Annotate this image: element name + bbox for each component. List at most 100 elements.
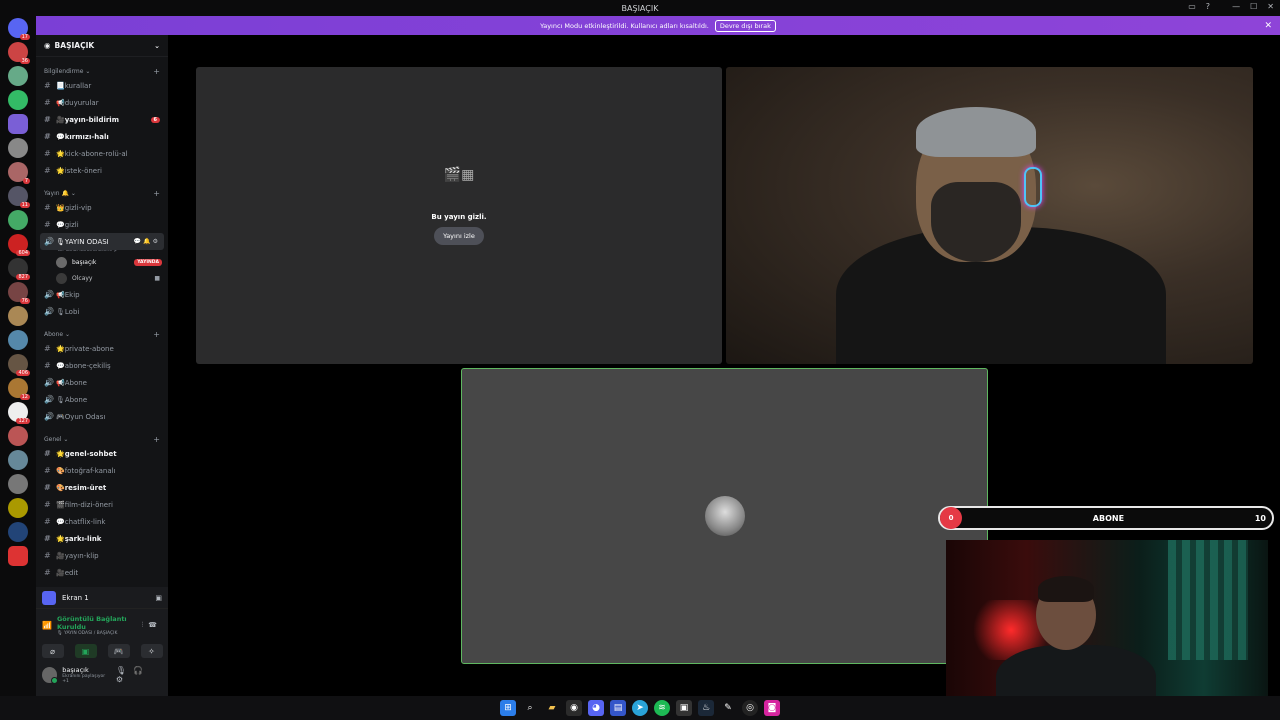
- server-icon[interactable]: 7: [8, 162, 30, 184]
- category-abone[interactable]: Abone ⌄ +: [36, 328, 168, 340]
- current-user: başıaçık Ekranını paylaşıyor +1 🎙🎧⚙: [36, 661, 168, 689]
- connection-subtitle[interactable]: 🎙 YAYIN ODASI / BAŞIAÇIK: [57, 631, 137, 636]
- server-icon[interactable]: 604: [8, 234, 30, 256]
- channel-edit[interactable]: # 🎥edit: [36, 564, 168, 581]
- voice-user[interactable]: başıaçık YAYINDA: [36, 254, 168, 270]
- server-icon[interactable]: 827: [8, 258, 30, 280]
- channel-resim-uret[interactable]: # 🎨resim-üret: [36, 479, 168, 496]
- chrome-icon[interactable]: ◉: [566, 700, 582, 716]
- chevron-down-icon: ⌄: [154, 41, 160, 50]
- user-controls[interactable]: 🎙🎧⚙: [116, 666, 162, 684]
- close-banner-icon[interactable]: ✕: [1264, 21, 1272, 31]
- voice-user[interactable]: Olcayy ■: [36, 270, 168, 286]
- server-icon[interactable]: [8, 114, 28, 134]
- soundboard-icon[interactable]: ✧: [140, 644, 163, 658]
- channel-yayin-bildirim[interactable]: # 🎥yayın-bildirim 6: [36, 111, 168, 128]
- add-channel-icon[interactable]: +: [153, 189, 160, 198]
- camera-tile[interactable]: [726, 67, 1253, 364]
- inbox-icon[interactable]: ▭: [1188, 2, 1196, 11]
- screen-share-icon[interactable]: ▣: [74, 644, 97, 658]
- channel-film-dizi-oneri[interactable]: # 🎬film-dizi-öneri: [36, 496, 168, 513]
- signal-icon: 📶: [42, 620, 52, 630]
- minimize-icon[interactable]: —: [1232, 2, 1240, 11]
- channel-kurallar[interactable]: # 📃kurallar: [36, 77, 168, 94]
- camera-off-icon[interactable]: ⌀: [41, 644, 64, 658]
- category-yayin[interactable]: Yayın 🔔 ⌄ +: [36, 187, 168, 199]
- close-window-icon[interactable]: ✕: [1267, 2, 1274, 11]
- server-icon[interactable]: [8, 330, 28, 350]
- channel-actions[interactable]: 💬🔔⚙: [134, 238, 160, 245]
- voice-channel-oyun-odasi[interactable]: 🔊 🎮Oyun Odası: [36, 408, 168, 425]
- app-icon[interactable]: ▣: [676, 700, 692, 716]
- server-icon[interactable]: [8, 474, 28, 494]
- server-icon[interactable]: [8, 138, 28, 158]
- activity-icon[interactable]: 🎮: [107, 644, 130, 658]
- speaker-icon: 🔊: [44, 378, 54, 387]
- server-icon[interactable]: 36: [8, 42, 30, 64]
- spotify-icon[interactable]: ≋: [654, 700, 670, 716]
- screen-share-preview[interactable]: Ekran 1 ▣: [36, 587, 168, 609]
- channel-kirmizi-hali[interactable]: # 💬kırmızı-halı: [36, 128, 168, 145]
- home-icon[interactable]: 17: [8, 18, 30, 40]
- app-icon[interactable]: ▤: [610, 700, 626, 716]
- voice-channel-abone[interactable]: 🔊 🎙Abone: [36, 391, 168, 408]
- category-genel[interactable]: Genel ⌄ +: [36, 433, 168, 445]
- server-icon[interactable]: [8, 546, 28, 566]
- popout-icon[interactable]: ▣: [155, 594, 162, 602]
- channel-duyurular[interactable]: # 📢duyurular: [36, 94, 168, 111]
- instagram-icon[interactable]: ◙: [764, 700, 780, 716]
- channel-yayin-klip[interactable]: # 🎥yayın-klip: [36, 547, 168, 564]
- server-icon[interactable]: [8, 522, 28, 542]
- search-icon[interactable]: ⌕: [522, 700, 538, 716]
- server-icon[interactable]: 406: [8, 354, 30, 376]
- channel-gizli-vip[interactable]: # 👑gizli-vip: [36, 199, 168, 216]
- disable-streamer-mode-button[interactable]: Devre dışı bırak: [714, 19, 776, 32]
- voice-channel-ekip[interactable]: 🔊 📢Ekip: [36, 286, 168, 303]
- server-icon[interactable]: [8, 90, 28, 110]
- steam-icon[interactable]: ♨: [698, 700, 714, 716]
- obs-icon[interactable]: ◎: [742, 700, 758, 716]
- add-channel-icon[interactable]: +: [153, 67, 160, 76]
- server-icon[interactable]: 12: [8, 378, 30, 400]
- add-channel-icon[interactable]: +: [153, 330, 160, 339]
- clapperboard-icon: 🎬▦: [443, 166, 475, 183]
- server-icon[interactable]: 11: [8, 186, 30, 208]
- stream-tile-hidden[interactable]: 🎬▦ Bu yayın gizli. Yayını izle: [196, 67, 722, 364]
- channel-fotograf-kanali[interactable]: # 🎨fotoğraf-kanalı: [36, 462, 168, 479]
- maximize-icon[interactable]: ☐: [1250, 2, 1257, 11]
- participant-tile-speaking[interactable]: [461, 368, 988, 664]
- channel-private-abone[interactable]: # 🌟private-abone: [36, 340, 168, 357]
- channel-sarki-link[interactable]: # 🌟şarkı-link: [36, 530, 168, 547]
- server-icon[interactable]: [8, 498, 28, 518]
- voice-channel-abone[interactable]: 🔊 📢Abone: [36, 374, 168, 391]
- channel-gizli[interactable]: # 💬gizli: [36, 216, 168, 233]
- server-icon[interactable]: [8, 306, 28, 326]
- disconnect-controls[interactable]: ⫶☎: [142, 621, 162, 630]
- discord-icon[interactable]: ◕: [588, 700, 604, 716]
- watch-stream-button[interactable]: Yayını izle: [434, 226, 484, 245]
- server-icon[interactable]: [8, 66, 28, 86]
- channel-istek-oneri[interactable]: # 🌟istek-öneri: [36, 162, 168, 179]
- server-icon[interactable]: [8, 210, 28, 230]
- channel-abone-cekilis[interactable]: # 💬abone-çekiliş: [36, 357, 168, 374]
- server-icon[interactable]: 127: [8, 402, 30, 424]
- server-header[interactable]: ◉ BAŞIAÇIK ⌄: [36, 35, 168, 57]
- voice-channel-yayin-odasi[interactable]: 🔊 🎙YAYIN ODASI 💬🔔⚙: [40, 233, 164, 250]
- app-icon[interactable]: ✎: [720, 700, 736, 716]
- help-icon[interactable]: ?: [1206, 2, 1210, 11]
- server-icon[interactable]: [8, 426, 28, 446]
- server-icon[interactable]: [8, 450, 28, 470]
- avatar[interactable]: [42, 667, 59, 684]
- start-icon[interactable]: ⊞: [500, 700, 516, 716]
- category-bilgilendirme[interactable]: Bilgilendirme ⌄ +: [36, 65, 168, 77]
- channel-kick-abone[interactable]: # 🌟kick-abone-rolü-al: [36, 145, 168, 162]
- connection-title[interactable]: Görüntülü Bağlantı Kuruldu: [57, 615, 137, 631]
- file-explorer-icon[interactable]: ▰: [544, 700, 560, 716]
- goal-label: ABONE: [1092, 513, 1125, 523]
- voice-channel-lobi[interactable]: 🔊 🎙Lobi: [36, 303, 168, 320]
- channel-chatflix-link[interactable]: # 💬chatflix-link: [36, 513, 168, 530]
- server-icon[interactable]: 76: [8, 282, 30, 304]
- channel-genel-sohbet[interactable]: # 🌟genel-sohbet: [36, 445, 168, 462]
- telegram-icon[interactable]: ➤: [632, 700, 648, 716]
- add-channel-icon[interactable]: +: [153, 435, 160, 444]
